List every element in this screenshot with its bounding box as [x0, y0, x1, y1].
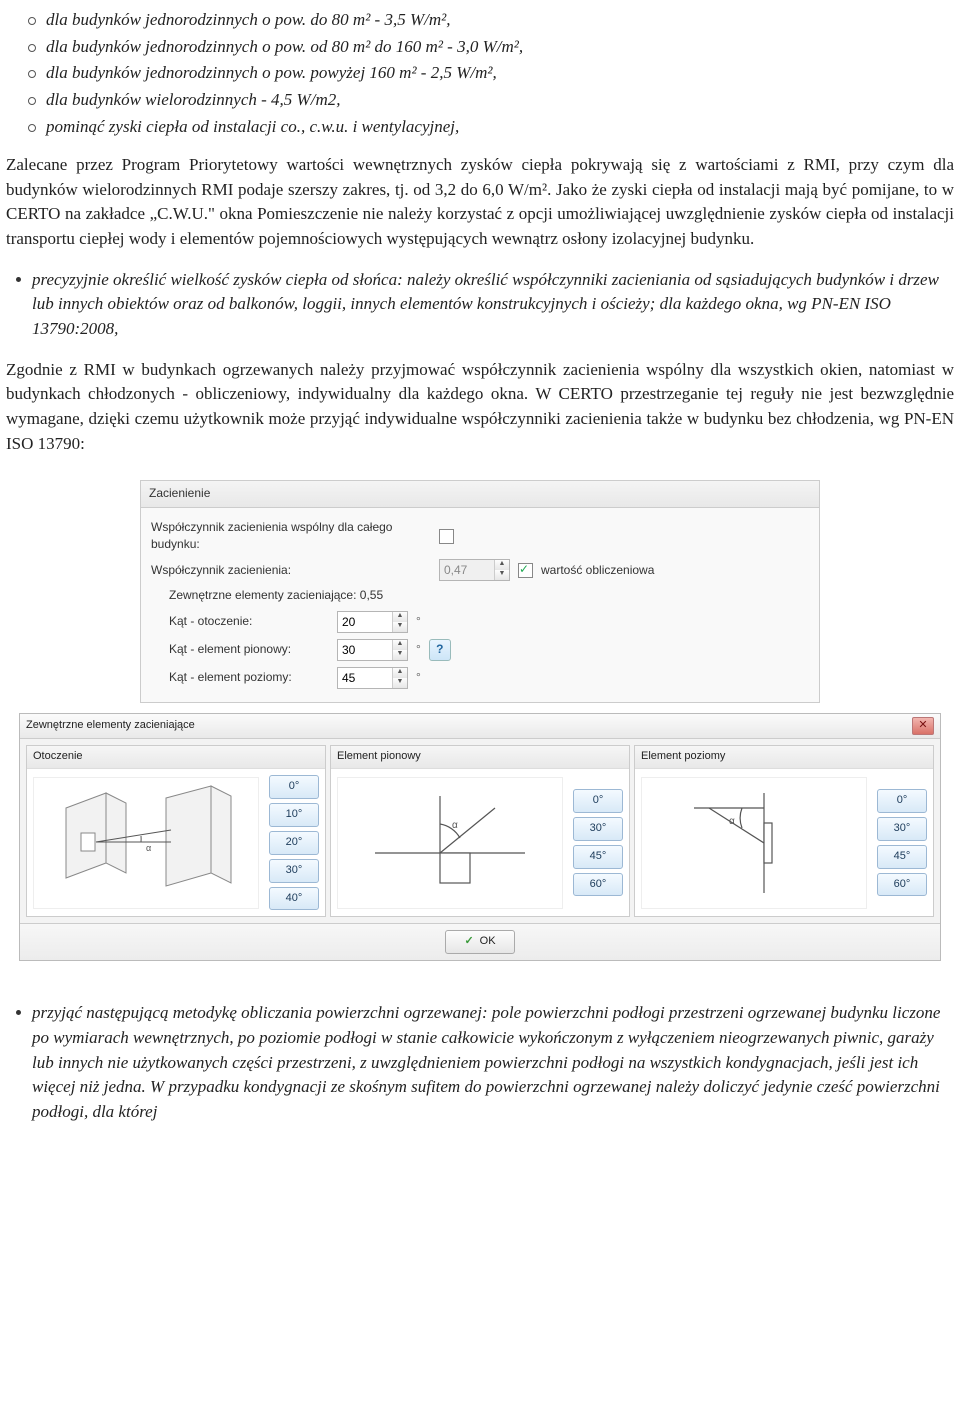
diagram-vertical: α — [337, 777, 563, 909]
angle-button[interactable]: 30° — [573, 817, 623, 841]
col-head: Otoczenie — [27, 746, 325, 769]
chevron-up-icon[interactable]: ▲ — [393, 668, 407, 678]
chevron-down-icon[interactable]: ▼ — [393, 650, 407, 660]
angle-button[interactable]: 20° — [269, 831, 319, 855]
label-angle-surround: Kąt - otoczenie: — [169, 613, 329, 630]
checkbox-common-shading[interactable] — [439, 529, 454, 544]
label-angle-horizontal: Kąt - element poziomy: — [169, 669, 329, 686]
svg-text:α: α — [146, 843, 151, 853]
spinner-angle-surround[interactable]: ▲▼ — [337, 611, 408, 633]
list-item: przyjąć następującą metodykę obliczania … — [32, 1001, 954, 1124]
diagram-surround: α — [33, 777, 259, 909]
list-building-heat-gains: dla budynków jednorodzinnych o pow. do 8… — [6, 8, 954, 139]
degree-symbol: ° — [416, 669, 421, 686]
list-item: dla budynków jednorodzinnych o pow. powy… — [46, 61, 954, 86]
angle-button[interactable]: 30° — [269, 859, 319, 883]
col-vertical: Element pionowy α 0° — [330, 745, 630, 918]
chevron-down-icon[interactable]: ▼ — [393, 622, 407, 632]
checkbox-calc-value[interactable] — [518, 563, 533, 578]
spinner-angle-vertical[interactable]: ▲▼ — [337, 639, 408, 661]
ok-label: OK — [480, 934, 496, 950]
col-horizontal: Element poziomy α 0° — [634, 745, 934, 918]
angle-button[interactable]: 0° — [269, 775, 319, 799]
angle-button[interactable]: 45° — [573, 845, 623, 869]
degree-symbol: ° — [416, 613, 421, 630]
input-angle-horizontal[interactable] — [338, 668, 392, 688]
chevron-up-icon[interactable]: ▲ — [495, 560, 509, 570]
paragraph-recommendation: Zalecane przez Program Priorytetowy wart… — [6, 153, 954, 252]
shading-panel: Zacienienie Współczynnik zacienienia wsp… — [140, 480, 820, 703]
list-item: dla budynków jednorodzinnych o pow. od 8… — [46, 35, 954, 60]
label-calc-value: wartość obliczeniowa — [541, 562, 654, 579]
label-external-elements: Zewnętrzne elementy zacieniające: 0,55 — [169, 587, 383, 604]
list-item: pominąć zyski ciepła od instalacji co., … — [46, 115, 954, 140]
angle-button[interactable]: 30° — [877, 817, 927, 841]
chevron-up-icon[interactable]: ▲ — [393, 640, 407, 650]
dialog-title-text: Zewnętrzne elementy zacieniające — [26, 718, 195, 734]
spinner-angle-horizontal[interactable]: ▲▼ — [337, 667, 408, 689]
degree-symbol: ° — [416, 641, 421, 658]
col-head: Element poziomy — [635, 746, 933, 769]
col-surround: Otoczenie — [26, 745, 326, 918]
diagram-horizontal: α — [641, 777, 867, 909]
list-item: precyzyjnie określić wielkość zysków cie… — [32, 268, 954, 342]
list-area-method: przyjąć następującą metodykę obliczania … — [6, 1001, 954, 1124]
list-item: dla budynków jednorodzinnych o pow. do 8… — [46, 8, 954, 33]
angle-button[interactable]: 60° — [877, 873, 927, 897]
angle-button[interactable]: 10° — [269, 803, 319, 827]
label-shading-coeff: Współczynnik zacienienia: — [151, 562, 431, 579]
shading-elements-dialog: Zewnętrzne elementy zacieniające ✕ Otocz… — [19, 713, 941, 962]
angle-button[interactable]: 0° — [877, 789, 927, 813]
col-head: Element pionowy — [331, 746, 629, 769]
paragraph-shading-note: Zgodnie z RMI w budynkach ogrzewanych na… — [6, 358, 954, 457]
list-solar-gains: precyzyjnie określić wielkość zysków cie… — [6, 268, 954, 342]
chevron-down-icon[interactable]: ▼ — [393, 678, 407, 688]
input-shading-coeff — [440, 560, 494, 580]
check-icon: ✓ — [464, 934, 473, 950]
help-button[interactable]: ? — [429, 639, 451, 661]
input-angle-surround[interactable] — [338, 612, 392, 632]
angle-button[interactable]: 60° — [573, 873, 623, 897]
label-angle-vertical: Kąt - element pionowy: — [169, 641, 329, 658]
list-item: dla budynków wielorodzinnych - 4,5 W/m2, — [46, 88, 954, 113]
chevron-up-icon[interactable]: ▲ — [393, 612, 407, 622]
input-angle-vertical[interactable] — [338, 640, 392, 660]
panel-title: Zacienienie — [140, 480, 820, 507]
label-common-shading: Współczynnik zacienienia wspólny dla cał… — [151, 519, 431, 554]
angle-button[interactable]: 0° — [573, 789, 623, 813]
svg-text:α: α — [452, 820, 458, 831]
close-icon[interactable]: ✕ — [912, 717, 934, 735]
chevron-down-icon[interactable]: ▼ — [495, 570, 509, 580]
ok-button[interactable]: ✓ OK — [445, 930, 514, 954]
svg-text:α: α — [729, 816, 735, 827]
angle-button[interactable]: 40° — [269, 887, 319, 911]
spinner-shading-coeff[interactable]: ▲▼ — [439, 559, 510, 581]
angle-button[interactable]: 45° — [877, 845, 927, 869]
